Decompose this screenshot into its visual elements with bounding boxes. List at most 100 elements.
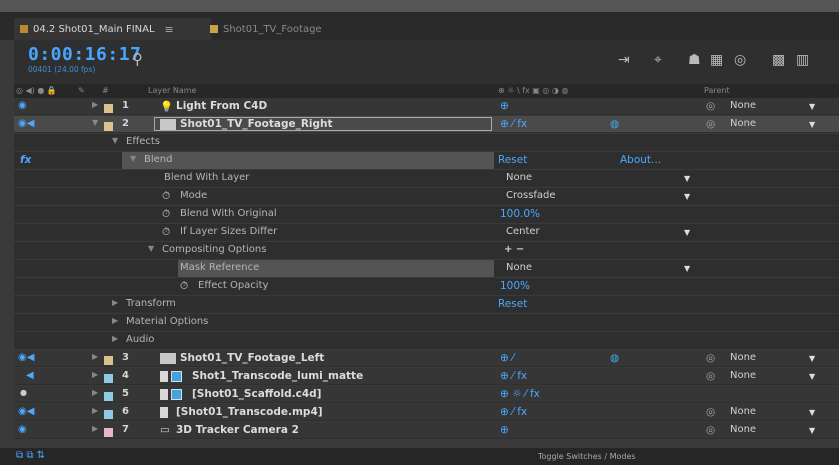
mode-select[interactable]: Crossfade	[506, 190, 556, 201]
layer-row[interactable]: ● ▶ 5 [Shot01_Scaffold.c4d] ⊕ ☼ ⁄ fx	[14, 386, 839, 403]
expand-arrow-icon[interactable]: ▼	[148, 244, 154, 253]
expand-arrow-icon[interactable]: ▶	[92, 388, 98, 397]
material-options-row[interactable]: ▶ Material Options	[14, 314, 839, 331]
layer-label-color[interactable]	[104, 373, 113, 383]
tab-tv-footage[interactable]: Shot01_TV_Footage	[204, 18, 356, 40]
layer-row[interactable]: ◀ ▶ 4 Shot1_Transcode_lumi_matte ⊕ ⁄ fx …	[14, 368, 839, 385]
parent-select[interactable]: None	[730, 406, 756, 417]
3d-layer-icon[interactable]: ◍	[610, 118, 619, 130]
blend-with-layer-select[interactable]: None	[506, 172, 532, 183]
layer-switches[interactable]: ⊕ ⁄	[500, 352, 514, 364]
current-time-display[interactable]: 0:00:16:17	[28, 44, 141, 65]
expand-arrow-icon[interactable]: ▼	[92, 118, 98, 127]
stopwatch-icon[interactable]: ⏱	[180, 280, 188, 293]
eye-icon[interactable]: ◉◀	[18, 352, 34, 363]
eye-icon[interactable]: ◉	[18, 100, 27, 111]
fx-icon[interactable]: fx	[20, 154, 31, 166]
layer-label-color[interactable]	[104, 409, 113, 419]
motion-blur-icon[interactable]: ◎	[734, 52, 746, 68]
effect-blend-row[interactable]: fx ▼ Blend Reset About...	[14, 152, 839, 169]
toggle-switches-modes-button[interactable]: Toggle Switches / Modes	[538, 452, 636, 461]
layer-sizes-select[interactable]: Center	[506, 226, 540, 237]
parent-column-header[interactable]: Parent	[704, 86, 730, 95]
graph-editor-icon[interactable]: ▩	[772, 52, 785, 68]
effect-opacity-value[interactable]: 100%	[500, 280, 530, 292]
chevron-down-icon[interactable]: ▼	[809, 102, 815, 111]
draft-3d-icon[interactable]: ⌖	[654, 52, 662, 68]
effects-group-row[interactable]: ▼ Effects	[14, 134, 839, 151]
parent-pickwhip-icon[interactable]: ◎	[706, 370, 715, 382]
layer-row[interactable]: ◉ ▶ 1 💡 Light From C4D ⊕ ◎ None ▼	[14, 98, 839, 115]
chevron-down-icon[interactable]: ▼	[684, 174, 690, 183]
transform-group-row[interactable]: ▶ Transform Reset	[14, 296, 839, 313]
blend-with-original-value[interactable]: 100.0%	[500, 208, 540, 220]
tab-main-comp[interactable]: 04.2 Shot01_Main FINAL ≡	[14, 18, 211, 40]
add-remove-mask-buttons[interactable]: + −	[504, 244, 524, 255]
layer-switches[interactable]: ⊕	[500, 100, 509, 112]
effect-name[interactable]: Blend	[144, 154, 172, 165]
parent-pickwhip-icon[interactable]: ◎	[706, 406, 715, 418]
compositing-options-row[interactable]: ▼ Compositing Options + −	[14, 242, 839, 259]
expand-arrow-icon[interactable]: ▶	[112, 334, 118, 343]
number-column-header[interactable]: #	[102, 86, 109, 95]
layer-name[interactable]: [Shot01_Transcode.mp4]	[176, 406, 323, 418]
layer-switches[interactable]: ⊕ ⁄ fx	[500, 118, 527, 130]
solo-icon[interactable]: ●	[20, 388, 27, 397]
parent-pickwhip-icon[interactable]: ◎	[706, 352, 715, 364]
3d-layer-icon[interactable]: ◍	[610, 352, 619, 364]
stopwatch-icon[interactable]: ⏱	[162, 190, 170, 203]
effect-about-link[interactable]: About...	[620, 154, 661, 166]
layer-name[interactable]: 3D Tracker Camera 2	[176, 424, 299, 436]
footer-toggle-icons[interactable]: ⧉ ⧉ ⇅	[16, 450, 45, 461]
chevron-down-icon[interactable]: ▼	[809, 426, 815, 435]
layer-label-color[interactable]	[104, 121, 113, 131]
expand-arrow-icon[interactable]: ▶	[92, 352, 98, 361]
chevron-down-icon[interactable]: ▼	[684, 264, 690, 273]
audio-group-row[interactable]: ▶ Audio	[14, 332, 839, 349]
transform-reset-link[interactable]: Reset	[498, 298, 527, 310]
audio-icon[interactable]: ◀	[26, 370, 34, 381]
layer-name-column-header[interactable]: Layer Name	[148, 86, 196, 95]
chevron-down-icon[interactable]: ▼	[809, 354, 815, 363]
layer-row[interactable]: ◉ ▶ 7 ▭ 3D Tracker Camera 2 ⊕ ◎ None ▼	[14, 422, 839, 439]
tab-menu-icon[interactable]: ≡	[165, 23, 174, 36]
chevron-down-icon[interactable]: ▼	[809, 120, 815, 129]
layer-row[interactable]: ◉◀ ▶ 3 Shot01_TV_Footage_Left ⊕ ⁄ ◍ ◎ No…	[14, 350, 839, 367]
layer-name[interactable]: Shot01_TV_Footage_Right	[180, 118, 333, 130]
expand-arrow-icon[interactable]: ▶	[92, 100, 98, 109]
effect-reset-link[interactable]: Reset	[498, 154, 527, 166]
layer-label-color[interactable]	[104, 391, 113, 401]
shy-layers-icon[interactable]: ☗	[688, 52, 701, 68]
parent-select[interactable]: None	[730, 352, 756, 363]
eye-icon[interactable]: ◉	[18, 424, 27, 435]
expand-arrow-icon[interactable]: ▼	[130, 154, 136, 163]
frame-blending-icon[interactable]: ▦	[710, 52, 723, 68]
parent-select[interactable]: None	[730, 370, 756, 381]
layer-label-color[interactable]	[104, 103, 113, 113]
layer-label-color[interactable]	[104, 355, 113, 365]
expand-arrow-icon[interactable]: ▶	[92, 370, 98, 379]
expand-arrow-icon[interactable]: ▶	[112, 298, 118, 307]
chevron-down-icon[interactable]: ▼	[809, 408, 815, 417]
label-column-header[interactable]: ✎	[78, 86, 85, 95]
layer-row[interactable]: ◉◀ ▼ 2 Shot01_TV_Footage_Right ⊕ ⁄ fx ◍ …	[14, 116, 839, 133]
expand-arrow-icon[interactable]: ▶	[92, 424, 98, 433]
parent-pickwhip-icon[interactable]: ◎	[706, 424, 715, 436]
comp-mini-flowchart-icon[interactable]: ⇥	[618, 52, 630, 68]
stopwatch-icon[interactable]: ⏱	[162, 226, 170, 239]
layer-label-color[interactable]	[104, 427, 113, 437]
chevron-down-icon[interactable]: ▼	[684, 192, 690, 201]
parent-pickwhip-icon[interactable]: ◎	[706, 100, 715, 112]
chevron-down-icon[interactable]: ▼	[684, 228, 690, 237]
render-icon[interactable]: ▥	[796, 52, 809, 68]
layer-switches[interactable]: ⊕ ⁄ fx	[500, 406, 527, 418]
expand-arrow-icon[interactable]: ▶	[92, 406, 98, 415]
layer-name[interactable]: Light From C4D	[176, 100, 267, 112]
parent-pickwhip-icon[interactable]: ◎	[706, 118, 715, 130]
layer-switches[interactable]: ⊕	[500, 424, 509, 436]
parent-select[interactable]: None	[730, 100, 756, 111]
layer-switches[interactable]: ⊕ ☼ ⁄ fx	[500, 388, 540, 400]
layer-name[interactable]: Shot01_TV_Footage_Left	[180, 352, 324, 364]
layer-name[interactable]: Shot1_Transcode_lumi_matte	[192, 370, 363, 382]
expand-arrow-icon[interactable]: ▶	[112, 316, 118, 325]
